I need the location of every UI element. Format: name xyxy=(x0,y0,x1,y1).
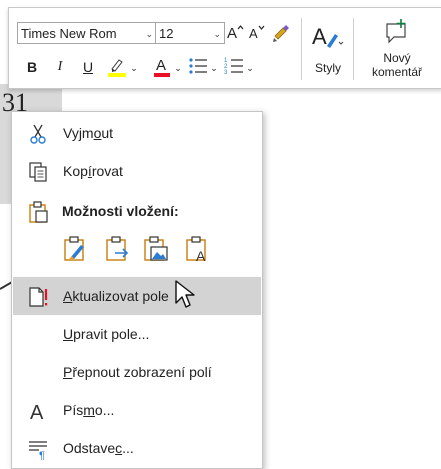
paste-text-only-icon: A xyxy=(186,236,206,264)
menu-item-label: Vyjmout xyxy=(63,125,114,141)
font-size-combobox[interactable]: 12 ⌄ xyxy=(155,22,225,44)
italic-button[interactable]: I xyxy=(51,57,69,77)
menu-item-label: Aktualizovat pole xyxy=(63,288,169,304)
format-painter-icon xyxy=(273,25,289,42)
styles-icon: A xyxy=(312,24,344,49)
menu-item-label: Kopírovat xyxy=(63,163,123,179)
copy-icon xyxy=(29,162,47,182)
word-window: 31 Times New Rom ⌄ 12 ⌄ A A A Styly Nový… xyxy=(0,0,441,469)
chevron-down-icon[interactable]: ⌄ xyxy=(145,23,153,45)
format-painter-button[interactable] xyxy=(271,22,293,50)
highlight-dropdown[interactable]: ⌄ xyxy=(129,58,139,78)
shrink-font-button[interactable]: A xyxy=(247,23,267,47)
menu-item-font[interactable]: A Písmo... xyxy=(13,391,261,429)
paragraph-icon: ¶ xyxy=(29,441,47,460)
font-size-value: 12 xyxy=(159,26,174,41)
scissors-icon xyxy=(30,124,46,144)
svg-text:A: A xyxy=(30,402,44,422)
svg-text:3: 3 xyxy=(224,70,228,76)
menu-item-label: Přepnout zobrazení polí xyxy=(63,364,212,380)
font-color-button[interactable]: A xyxy=(151,55,173,83)
paste-keep-source-formatting-button[interactable] xyxy=(63,235,89,263)
font-color-icon: A xyxy=(154,57,170,77)
grow-font-icon: A xyxy=(227,25,244,42)
paste-options-heading: Možnosti vložení: xyxy=(62,203,179,219)
numbering-button[interactable]: 1 2 3 xyxy=(223,56,245,82)
grow-font-button[interactable]: A xyxy=(225,23,245,47)
svg-text:A: A xyxy=(312,24,327,49)
highlight-button[interactable] xyxy=(105,55,129,83)
paste-text-only-button[interactable]: A xyxy=(185,235,211,264)
paste-keep-formatting-icon xyxy=(64,236,84,261)
svg-text:A: A xyxy=(249,26,258,41)
toolbar-separator xyxy=(353,18,354,80)
svg-text:¶: ¶ xyxy=(39,450,45,460)
bullets-dropdown[interactable]: ⌄ xyxy=(209,58,219,78)
font-icon: A xyxy=(30,402,44,422)
new-comment-icon xyxy=(386,19,406,44)
font-color-dropdown[interactable]: ⌄ xyxy=(173,58,183,78)
shrink-font-icon: A xyxy=(249,25,265,41)
menu-item-update-field[interactable]: Aktualizovat pole xyxy=(13,277,261,315)
font-name-combobox[interactable]: Times New Rom ⌄ xyxy=(17,22,157,44)
styles-button[interactable]: A Styly xyxy=(307,18,349,80)
menu-item-edit-field[interactable]: Upravit pole... xyxy=(13,315,261,353)
context-menu: Vyjmout Kopírovat Možnosti vložení: A Ak… xyxy=(11,111,263,469)
new-comment-button[interactable]: Nový komentář xyxy=(359,16,435,82)
menu-item-toggle-field-codes[interactable]: Přepnout zobrazení polí xyxy=(13,353,261,391)
styles-label: Styly xyxy=(314,61,341,75)
paste-merge-formatting-icon xyxy=(106,236,129,261)
chevron-down-icon[interactable]: ⌄ xyxy=(213,23,221,45)
underline-button[interactable]: U xyxy=(79,57,97,77)
highlighter-icon xyxy=(108,59,126,77)
menu-item-copy[interactable]: Kopírovat xyxy=(13,152,261,190)
bullets-button[interactable] xyxy=(187,56,209,82)
menu-item-paragraph[interactable]: ¶ Odstavec... xyxy=(13,429,261,467)
paste-picture-icon xyxy=(144,236,168,261)
new-comment-label-line2: komentář xyxy=(371,65,423,79)
clipboard-icon xyxy=(29,201,48,223)
menu-item-cut[interactable]: Vyjmout xyxy=(13,114,261,152)
paste-options-header: Možnosti vložení: xyxy=(13,192,261,230)
bold-button[interactable]: B xyxy=(23,57,41,77)
mouse-pointer-icon xyxy=(175,280,195,308)
menu-item-label: Upravit pole... xyxy=(63,326,150,342)
font-name-value: Times New Rom xyxy=(21,26,117,41)
update-field-icon xyxy=(29,287,48,307)
menu-item-label: Písmo... xyxy=(63,402,115,418)
paste-picture-button[interactable] xyxy=(143,235,169,263)
numbering-dropdown[interactable]: ⌄ xyxy=(245,58,255,78)
svg-text:A: A xyxy=(227,25,237,41)
numbered-list-icon: 1 2 3 xyxy=(224,58,243,76)
paste-merge-formatting-button[interactable] xyxy=(105,235,131,263)
svg-text:A: A xyxy=(156,57,166,74)
svg-text:A: A xyxy=(196,248,206,263)
mini-toolbar: Times New Rom ⌄ 12 ⌄ A A A Styly Nový ko… xyxy=(8,7,441,89)
menu-item-label: Odstavec... xyxy=(63,440,134,456)
bullet-list-icon xyxy=(189,58,207,74)
toolbar-separator xyxy=(301,18,302,80)
new-comment-label-line1: Nový xyxy=(383,51,411,65)
